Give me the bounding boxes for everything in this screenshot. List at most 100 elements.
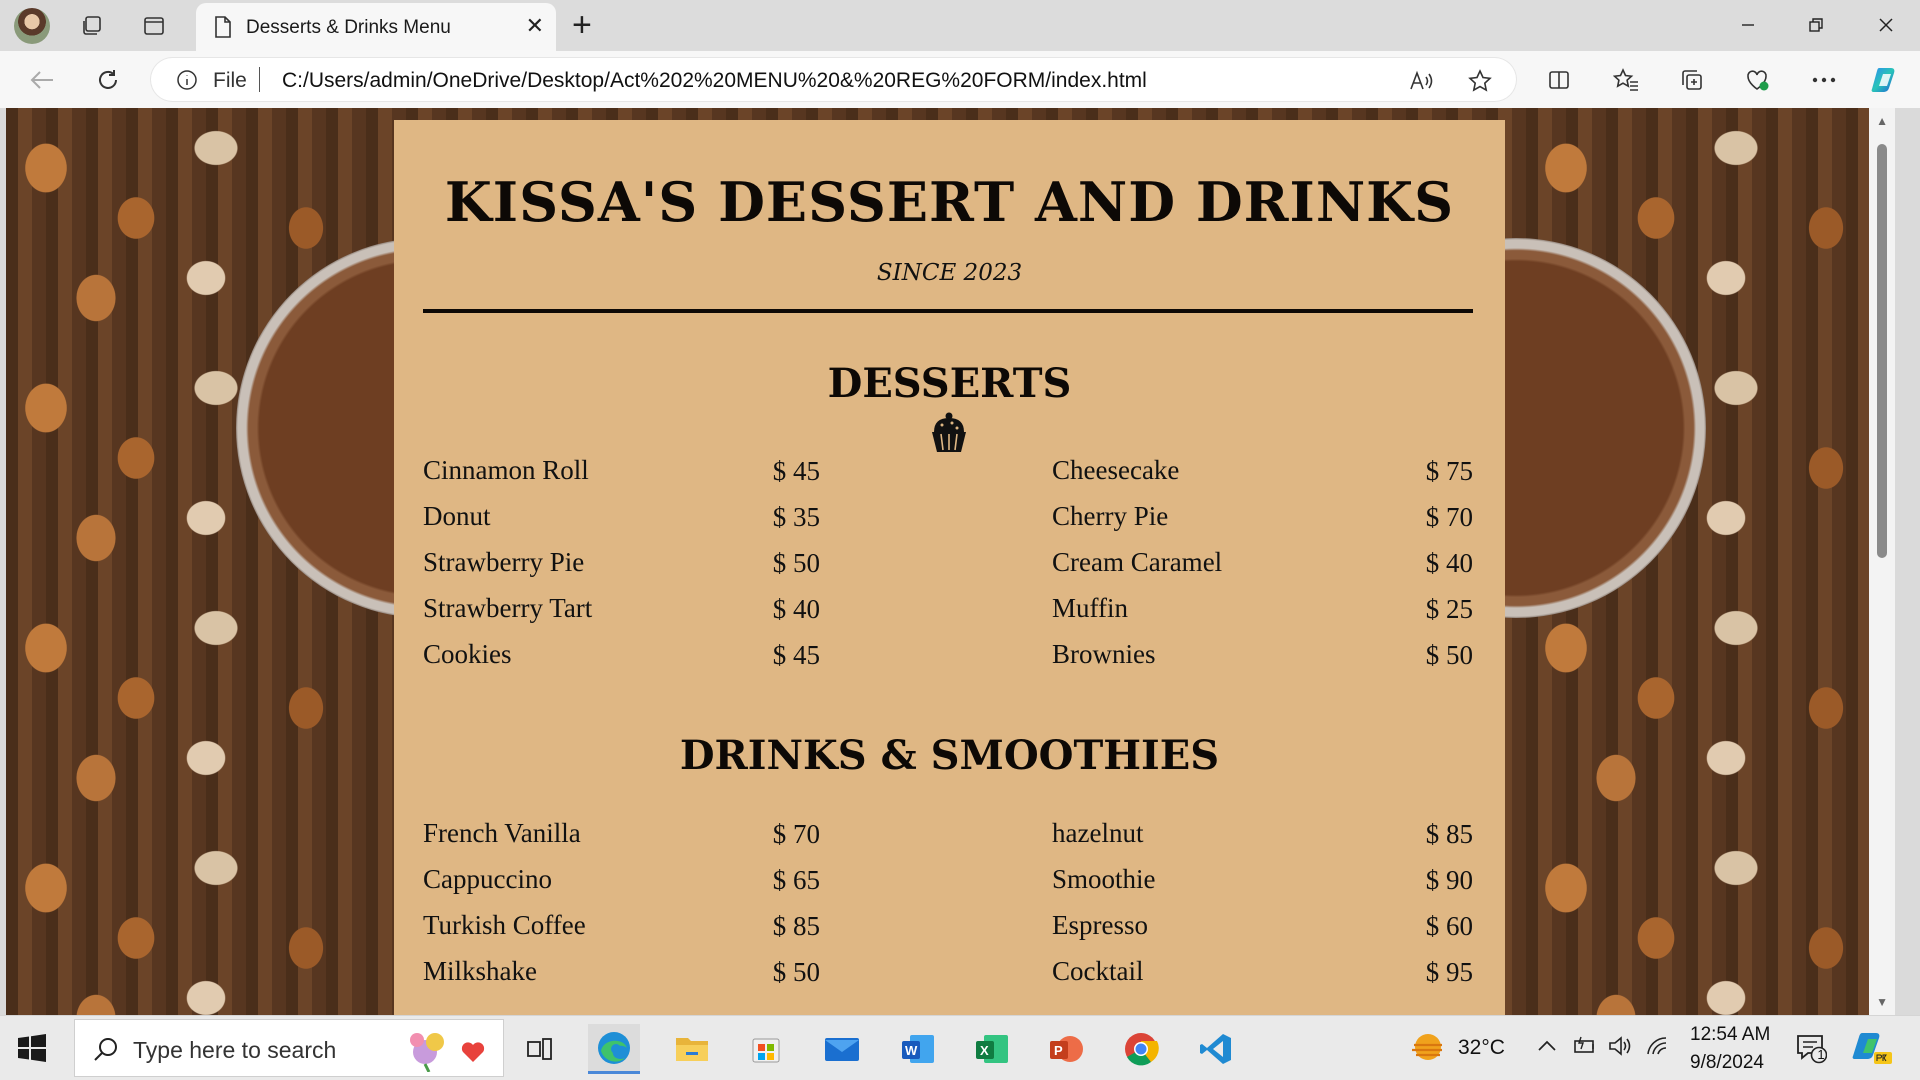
file-label: File (213, 69, 247, 92)
menu-item-price: $ 45 (772, 640, 820, 670)
scrollbar-thumb[interactable] (1877, 144, 1887, 558)
menu-item-name: Cherry Pie (1052, 501, 1169, 531)
menu-item-price: $ 85 (1425, 819, 1473, 849)
menu-item-name: Cappuccino (423, 864, 552, 894)
menu-item-price: $ 50 (772, 957, 820, 987)
copilot-icon[interactable] (1868, 62, 1904, 98)
cupcake-icon (926, 410, 972, 461)
battery-icon[interactable] (1571, 1035, 1597, 1062)
clock-date[interactable]: 9/8/2024 (1690, 1052, 1764, 1074)
search-icon (93, 1036, 119, 1067)
menu-item-name: Cocktail (1052, 956, 1144, 986)
minimize-button[interactable] (1724, 8, 1772, 42)
profile-avatar[interactable] (14, 8, 50, 44)
store-icon[interactable] (740, 1024, 792, 1074)
menu-item-name: Muffin (1052, 593, 1129, 623)
menu-item-name: Cookies (423, 639, 512, 669)
restore-button[interactable] (1792, 8, 1840, 42)
read-aloud-icon[interactable] (1409, 68, 1435, 94)
browser-toolbar: File C:/Users/admin/OneDrive/Desktop/Act… (0, 51, 1920, 108)
temperature-text: 32°C (1458, 1036, 1505, 1059)
favorites-icon[interactable] (1608, 62, 1644, 98)
menu-item-price: $ 90 (1425, 865, 1473, 895)
info-icon[interactable] (176, 69, 198, 96)
menu-item-name: Cinnamon Roll (423, 455, 589, 485)
wifi-icon[interactable] (1645, 1034, 1671, 1063)
windows-start-icon[interactable] (18, 1034, 46, 1067)
menu-item-price: $ 70 (772, 819, 820, 849)
address-separator (259, 67, 260, 92)
menu-item-name: Cheesecake (1052, 455, 1180, 485)
menu-item-price: $ 60 (1425, 911, 1473, 941)
menu-item-price: $ 50 (1425, 640, 1473, 670)
title-divider (423, 309, 1473, 313)
page-scrollbar[interactable]: ▲ ▼ (1869, 108, 1895, 1015)
menu-item-name: hazelnut (1052, 818, 1144, 848)
chevron-up-icon[interactable] (1537, 1038, 1557, 1057)
edge-icon[interactable] (588, 1024, 640, 1074)
menu-item-name: Milkshake (423, 956, 537, 986)
menu-item-price: $ 95 (1425, 957, 1473, 987)
clock-time[interactable]: 12:54 AM (1690, 1024, 1770, 1046)
word-icon[interactable]: W (892, 1024, 944, 1074)
svg-text:P: P (1054, 1043, 1063, 1058)
file-explorer-icon[interactable] (666, 1024, 718, 1074)
svg-text:W: W (905, 1043, 918, 1058)
menu-item-name: Turkish Coffee (423, 910, 586, 940)
new-tab-button[interactable]: + (572, 8, 592, 42)
page-viewport: KISSA'S DESSERT AND DRINKS SINCE 2023 DE… (6, 108, 1895, 1015)
drinks-heading: DRINKS & SMOOTHIES (679, 732, 1220, 779)
menu-item-price: $ 40 (772, 594, 820, 624)
vscode-icon[interactable] (1190, 1024, 1242, 1074)
desserts-heading: DESSERTS (827, 360, 1072, 407)
vertical-tabs-icon[interactable] (138, 10, 170, 42)
search-highlight-icon (403, 1028, 489, 1073)
favorite-star-icon[interactable] (1467, 68, 1493, 94)
menu-item-name: Brownies (1052, 639, 1156, 669)
menu-item-name: French Vanilla (423, 818, 581, 848)
scroll-up-icon[interactable]: ▲ (1876, 114, 1888, 128)
volume-icon[interactable] (1607, 1034, 1633, 1063)
chrome-icon[interactable] (1115, 1024, 1167, 1074)
menu-item-price: $ 70 (1425, 502, 1473, 532)
menu-item-name: Donut (423, 501, 491, 531)
close-window-button[interactable] (1862, 8, 1910, 42)
menu-item-name: Smoothie (1052, 864, 1156, 894)
browser-tab-strip: Desserts & Drinks Menu ✕ + (0, 0, 1920, 51)
windows-taskbar: Type here to search W X P 32°C 12:54 AM … (0, 1015, 1920, 1080)
menu-item-name: Strawberry Tart (423, 593, 593, 623)
menu-title: KISSA'S DESSERT AND DRINKS (444, 170, 1455, 234)
excel-icon[interactable]: X (966, 1024, 1018, 1074)
scroll-down-icon[interactable]: ▼ (1876, 995, 1888, 1009)
collections-icon[interactable] (1674, 62, 1710, 98)
since-text: SINCE 2023 (876, 260, 1023, 286)
svg-text:X: X (980, 1043, 989, 1058)
menu-item-name: Espresso (1052, 910, 1148, 940)
weather-icon[interactable] (1408, 1030, 1446, 1069)
tab-title: Desserts & Drinks Menu (246, 17, 451, 38)
menu-item-name: Cream Caramel (1052, 547, 1223, 577)
task-view-icon[interactable] (514, 1024, 566, 1074)
menu-item-price: $ 40 (1425, 548, 1473, 578)
active-tab[interactable]: Desserts & Drinks Menu ✕ (196, 3, 556, 51)
split-screen-icon[interactable] (1541, 62, 1577, 98)
back-button[interactable] (24, 62, 60, 98)
menu-item-name: Strawberry Pie (423, 547, 585, 577)
workspaces-icon[interactable] (76, 10, 108, 42)
copilot-pre-icon[interactable] (1852, 1030, 1892, 1071)
refresh-button[interactable] (90, 62, 126, 98)
menu-card: KISSA'S DESSERT AND DRINKS SINCE 2023 DE… (394, 120, 1505, 1015)
browser-essentials-icon[interactable] (1740, 62, 1776, 98)
notification-count: 1 (1817, 1047, 1825, 1062)
address-bar[interactable]: File C:/Users/admin/OneDrive/Desktop/Act… (150, 57, 1517, 102)
mail-icon[interactable] (816, 1024, 868, 1074)
more-icon[interactable] (1806, 62, 1842, 98)
menu-item-price: $ 85 (772, 911, 820, 941)
url-text[interactable]: C:/Users/admin/OneDrive/Desktop/Act%202%… (282, 69, 1147, 93)
close-tab-icon[interactable]: ✕ (526, 15, 544, 37)
powerpoint-icon[interactable]: P (1040, 1024, 1092, 1074)
search-placeholder: Type here to search (133, 1037, 337, 1063)
menu-item-price: $ 35 (772, 502, 820, 532)
menu-item-price: $ 25 (1425, 594, 1473, 624)
taskbar-search[interactable]: Type here to search (74, 1019, 504, 1077)
